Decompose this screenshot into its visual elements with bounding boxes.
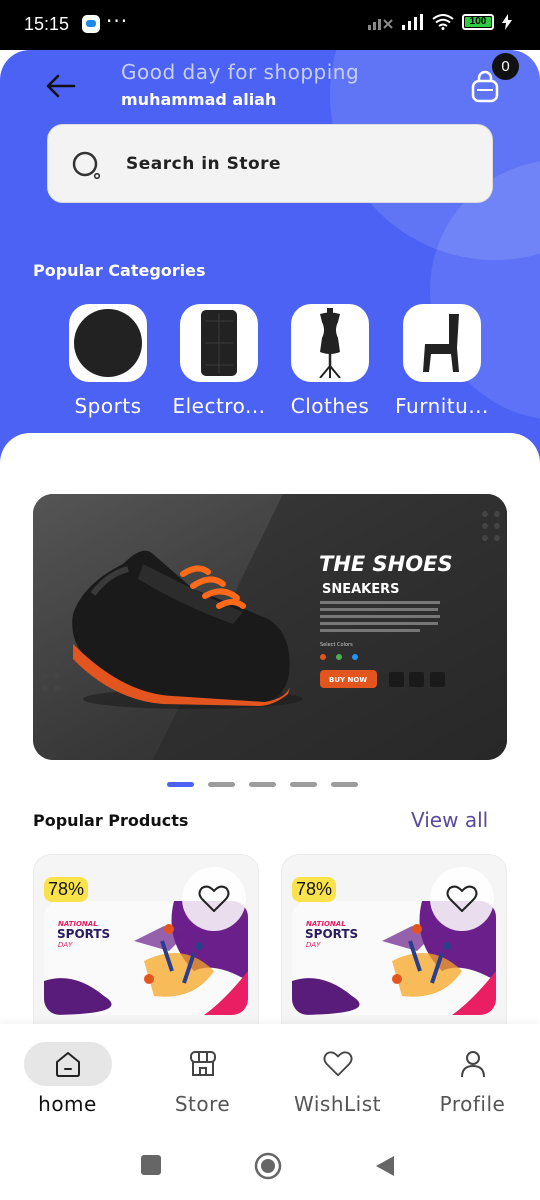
nav-store[interactable]: Store [135, 1042, 270, 1116]
more-notifications-icon: ··· [106, 9, 129, 33]
category-furniture[interactable]: Furnitu... [392, 304, 492, 418]
status-bar: 15:15 ··· 100 [0, 0, 540, 50]
heart-icon [198, 885, 230, 912]
username: muhammad aliah [121, 90, 277, 109]
category-sports[interactable]: Sports [58, 304, 158, 418]
category-icon-box [180, 304, 258, 382]
nav-label: Profile [439, 1092, 506, 1116]
discount-badge: 78% [44, 877, 89, 902]
battery-level: 100 [465, 17, 491, 27]
greeting-text: Good day for shopping [121, 60, 360, 84]
heart-icon [446, 885, 478, 912]
nav-pill [294, 1042, 382, 1086]
category-clothes[interactable]: Clothes [280, 304, 380, 418]
nav-home[interactable]: home [0, 1042, 135, 1116]
product-image-line2: SPORTS [305, 927, 358, 941]
banner-buy-button: BUY NOW [329, 676, 367, 684]
heart-icon [322, 1051, 353, 1077]
product-card[interactable]: NATIONAL SPORTS DAY 78% [33, 854, 259, 1044]
product-image-line2: SPORTS [57, 927, 110, 941]
ball-icon [74, 309, 142, 377]
banner-image: THE SHOES SNEAKERS Select Colors BUY NOW [33, 494, 507, 760]
nav-profile[interactable]: Profile [405, 1042, 540, 1116]
wifi-icon [432, 14, 454, 30]
discount-badge: 78% [292, 877, 337, 902]
back-triangle-icon[interactable] [374, 1154, 396, 1178]
chair-icon [423, 314, 459, 372]
system-navigation-bar [0, 1134, 540, 1200]
carousel-dot[interactable] [167, 782, 194, 787]
category-label: Electro... [172, 394, 266, 418]
category-label: Clothes [290, 394, 370, 418]
arrow-left-icon [46, 74, 76, 98]
category-label: Furnitu... [395, 394, 489, 418]
nav-wishlist[interactable]: WishList [270, 1042, 405, 1116]
product-image-line3: DAY [306, 941, 321, 949]
carousel-dot[interactable] [290, 782, 317, 787]
home-circle-icon[interactable] [254, 1152, 282, 1180]
carousel-dot[interactable] [249, 782, 276, 787]
phone-icon [201, 310, 237, 376]
recents-icon[interactable] [140, 1154, 162, 1176]
status-indicators: 100 [368, 14, 512, 30]
search-placeholder: Search in Store [126, 154, 282, 174]
product-image-line3: DAY [58, 941, 73, 949]
nav-pill [23, 1042, 112, 1086]
messaging-app-icon [82, 15, 100, 33]
category-icon-box [403, 304, 481, 382]
favorite-button[interactable] [182, 867, 246, 931]
bottom-navigation: home Store WishList Profile [0, 1024, 540, 1134]
nav-pill [159, 1042, 247, 1086]
nav-pill [429, 1042, 517, 1086]
home-icon [55, 1052, 80, 1077]
category-electronics[interactable]: Electro... [169, 304, 269, 418]
nav-label: Store [174, 1092, 231, 1116]
search-icon [72, 151, 101, 180]
battery-icon: 100 [462, 14, 494, 30]
search-bar[interactable]: Search in Store [47, 124, 493, 203]
signal-off-icon [368, 19, 393, 30]
charging-icon [502, 14, 512, 30]
carousel-indicator [167, 782, 358, 787]
back-button[interactable] [42, 70, 78, 102]
carousel-dot[interactable] [208, 782, 235, 787]
banner-colors-label: Select Colors [320, 642, 353, 648]
categories-title: Popular Categories [33, 261, 206, 280]
status-time: 15:15 [24, 14, 70, 34]
banner-title: THE SHOES [319, 552, 453, 576]
cart-count-badge: 0 [492, 53, 519, 80]
popular-products-title: Popular Products [33, 811, 189, 830]
category-icon-box [291, 304, 369, 382]
dress-form-icon [319, 308, 341, 378]
nav-label: home [38, 1092, 97, 1116]
category-icon-box [69, 304, 147, 382]
promo-banner[interactable]: THE SHOES SNEAKERS Select Colors BUY NOW [33, 494, 507, 760]
banner-subtitle: SNEAKERS [322, 582, 400, 597]
signal-icon [402, 14, 423, 30]
product-card[interactable]: NATIONAL SPORTS DAY 78% [281, 854, 507, 1044]
category-label: Sports [74, 394, 142, 418]
view-all-link[interactable]: View all [411, 808, 488, 832]
user-icon [460, 1051, 485, 1078]
favorite-button[interactable] [430, 867, 494, 931]
nav-label: WishList [294, 1092, 381, 1116]
carousel-dot[interactable] [331, 782, 358, 787]
store-icon [189, 1051, 216, 1076]
